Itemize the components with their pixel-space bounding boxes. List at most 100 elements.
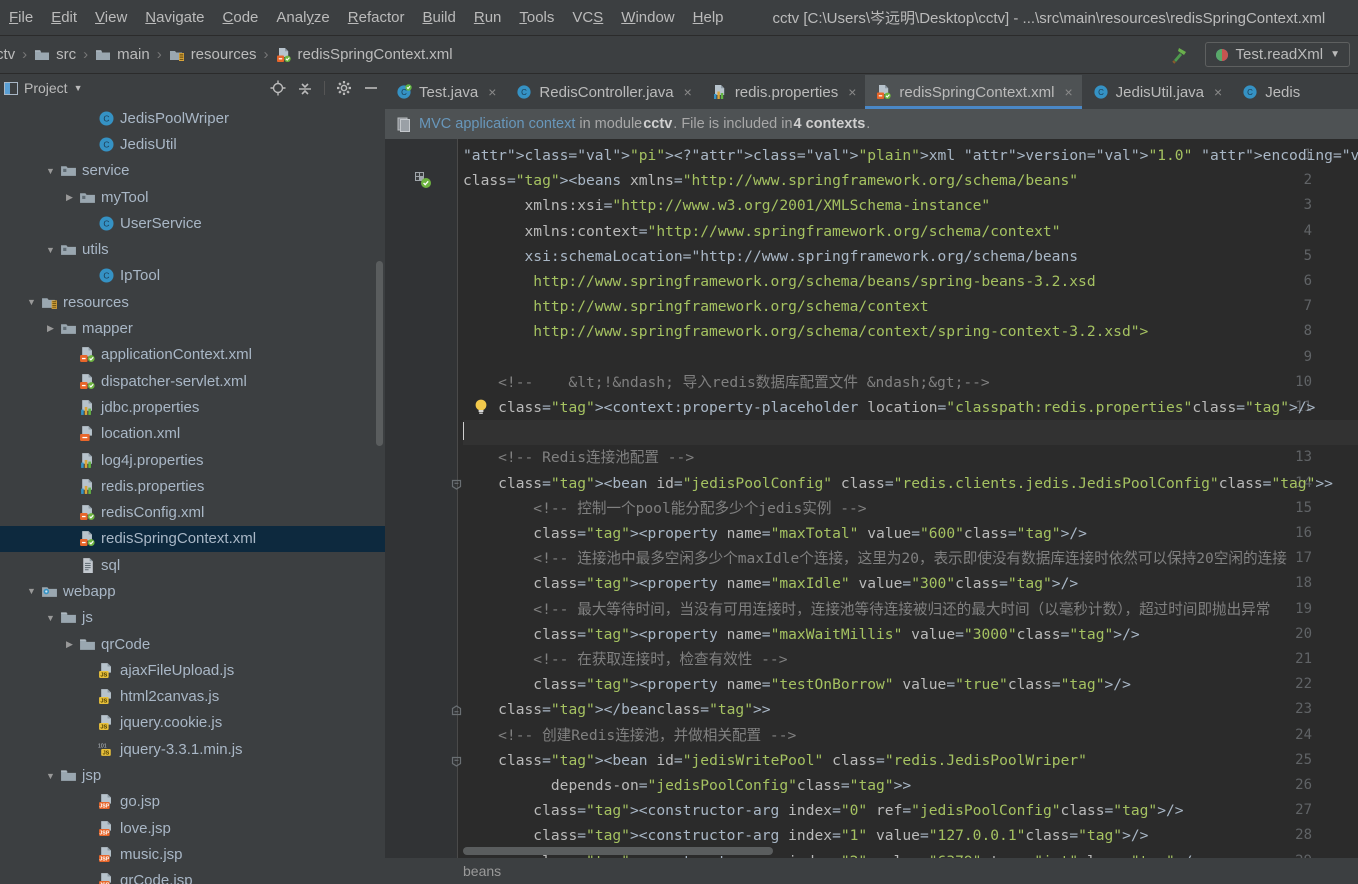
editor-tab-redis-properties[interactable]: redis.properties ×	[700, 75, 866, 109]
breadcrumb-item-redisspringcontext-xml[interactable]: redisSpringContext.xml	[276, 46, 453, 63]
tree-node-qrcode[interactable]: ▶ qrCode	[0, 631, 385, 657]
close-icon[interactable]: ×	[1064, 84, 1072, 100]
locate-icon[interactable]	[270, 80, 286, 96]
code-line-13[interactable]: <!-- Redis连接池配置 -->	[463, 445, 1358, 470]
editor-tab-redisspringcontext-xml[interactable]: redisSpringContext.xml ×	[865, 75, 1082, 109]
tree-node-mytool[interactable]: ▶ myTool	[0, 184, 385, 210]
code-text[interactable]: "attr">class="val">"pi"><?"attr">class="…	[463, 139, 1358, 858]
tree-node-go-jsp[interactable]: JSP go.jsp	[0, 789, 385, 815]
context-banner-link[interactable]: MVC application context	[419, 116, 575, 132]
editor-horizontal-scrollbar[interactable]	[463, 847, 773, 855]
project-tree[interactable]: C JedisPoolWriper C JedisUtil ▼ service ▶ myToo…	[0, 101, 385, 884]
tree-node-ajaxfileupload-js[interactable]: JS ajaxFileUpload.js	[0, 657, 385, 683]
menu-item-file[interactable]: File	[0, 5, 42, 30]
code-line-1[interactable]: "attr">class="val">"pi"><?"attr">class="…	[463, 143, 1358, 168]
chevron-down-icon[interactable]: ▼	[24, 586, 39, 596]
project-panel-title-group[interactable]: Project ▼	[4, 80, 83, 96]
chevron-right-icon[interactable]: ▶	[62, 192, 77, 203]
code-line-6[interactable]: http://www.springframework.org/schema/be…	[463, 269, 1358, 294]
tree-node-jdbc-properties[interactable]: jdbc.properties	[0, 394, 385, 420]
code-line-16[interactable]: class="tag"><property name="maxTotal" va…	[463, 521, 1358, 546]
collapse-all-icon[interactable]	[297, 80, 313, 96]
editor-tab-jedis[interactable]: C Jedis	[1231, 75, 1310, 109]
chevron-down-icon[interactable]: ▼	[43, 771, 58, 781]
tree-node-redisconfig-xml[interactable]: redisConfig.xml	[0, 499, 385, 525]
code-line-28[interactable]: class="tag"><constructor-arg index="1" v…	[463, 823, 1358, 848]
code-editor[interactable]: 1234567891011121314151617181920212223242…	[385, 139, 1358, 858]
tree-node-userservice[interactable]: C UserService	[0, 210, 385, 236]
code-line-5[interactable]: xsi:schemaLocation="http://www.springfra…	[463, 244, 1358, 269]
menu-item-analyze[interactable]: Analyze	[267, 5, 338, 30]
close-icon[interactable]: ×	[684, 84, 692, 100]
tree-node-music-jsp[interactable]: JSP music.jsp	[0, 841, 385, 867]
tree-node-js[interactable]: ▼ js	[0, 605, 385, 631]
fold-close-icon[interactable]	[451, 705, 462, 719]
tree-node-webapp[interactable]: ▼ webapp	[0, 578, 385, 604]
tree-node-jquery-3-3-1-min-js[interactable]: 101 JS jquery-3.3.1.min.js	[0, 736, 385, 762]
tree-node-service[interactable]: ▼ service	[0, 158, 385, 184]
hammer-icon[interactable]	[1169, 45, 1189, 65]
code-line-17[interactable]: <!-- 连接池中最多空闲多少个maxIdle个连接，这里为20，表示即使没有数…	[463, 546, 1358, 571]
tree-node-html2canvas-js[interactable]: JS html2canvas.js	[0, 684, 385, 710]
editor-tab-rediscontroller-java[interactable]: C RedisController.java ×	[505, 75, 701, 109]
code-line-2[interactable]: class="tag"><beans xmlns="http://www.spr…	[463, 168, 1358, 193]
tree-node-jquery-cookie-js[interactable]: JS jquery.cookie.js	[0, 710, 385, 736]
menu-item-navigate[interactable]: Navigate	[136, 5, 213, 30]
code-line-14[interactable]: class="tag"><bean id="jedisPoolConfig" c…	[463, 471, 1358, 496]
chevron-down-icon[interactable]: ▼	[1330, 49, 1340, 60]
editor-gutter[interactable]	[385, 139, 457, 858]
code-line-23[interactable]: class="tag"></beanclass="tag">>	[463, 697, 1358, 722]
close-icon[interactable]: ×	[488, 84, 496, 100]
code-line-25[interactable]: class="tag"><bean id="jedisWritePool" cl…	[463, 748, 1358, 773]
code-line-11[interactable]: class="tag"><context:property-placeholde…	[463, 395, 1358, 420]
tree-node-sql[interactable]: sql	[0, 552, 385, 578]
menu-item-tools[interactable]: Tools	[510, 5, 563, 30]
tree-node-applicationcontext-xml[interactable]: applicationContext.xml	[0, 342, 385, 368]
menu-item-build[interactable]: Build	[413, 5, 464, 30]
fold-open-icon[interactable]	[451, 479, 462, 493]
menu-item-edit[interactable]: Edit	[42, 5, 86, 30]
menu-item-window[interactable]: Window	[612, 5, 683, 30]
code-line-15[interactable]: <!-- 控制一个pool能分配多少个jedis实例 -->	[463, 496, 1358, 521]
tree-node-love-jsp[interactable]: JSP love.jsp	[0, 815, 385, 841]
tree-node-location-xml[interactable]: location.xml	[0, 421, 385, 447]
spring-bean-gutter-icon[interactable]	[415, 172, 431, 191]
tree-node-jedispoolwriper[interactable]: C JedisPoolWriper	[0, 105, 385, 131]
code-line-22[interactable]: class="tag"><property name="testOnBorrow…	[463, 672, 1358, 697]
chevron-right-icon[interactable]: ▶	[62, 639, 77, 650]
fold-open-icon[interactable]	[451, 756, 462, 770]
tree-node-qrcode-jsp[interactable]: JSP qrCode.jsp	[0, 868, 385, 884]
breadcrumb-item-main[interactable]: main	[95, 46, 150, 63]
tree-node-resources[interactable]: ▼ resources	[0, 289, 385, 315]
tree-node-log4j-properties[interactable]: log4j.properties	[0, 447, 385, 473]
editor-tab-jedisutil-java[interactable]: C JedisUtil.java ×	[1081, 75, 1232, 109]
breadcrumb-item-src[interactable]: src	[34, 46, 76, 63]
code-line-26[interactable]: depends-on="jedisPoolConfig"class="tag">…	[463, 773, 1358, 798]
code-line-3[interactable]: xmlns:xsi="http://www.w3.org/2001/XMLSch…	[463, 193, 1358, 218]
code-line-27[interactable]: class="tag"><constructor-arg index="0" r…	[463, 798, 1358, 823]
tree-node-utils[interactable]: ▼ utils	[0, 236, 385, 262]
breadcrumb-item-resources[interactable]: resources	[169, 46, 257, 63]
tree-node-redisspringcontext-xml[interactable]: redisSpringContext.xml	[0, 525, 385, 553]
chevron-down-icon[interactable]: ▼	[43, 245, 58, 255]
code-line-4[interactable]: xmlns:context="http://www.springframewor…	[463, 219, 1358, 244]
menu-item-help[interactable]: Help	[684, 5, 733, 30]
menu-item-vcs[interactable]: VCS	[563, 5, 612, 30]
editor-tab-test-java[interactable]: C Test.java ×	[385, 75, 506, 109]
chevron-down-icon[interactable]: ▼	[43, 166, 58, 176]
chevron-right-icon[interactable]: ▶	[43, 323, 58, 334]
tree-node-redis-properties[interactable]: redis.properties	[0, 473, 385, 499]
code-line-24[interactable]: <!-- 创建Redis连接池，并做相关配置 -->	[463, 723, 1358, 748]
run-configuration-selector[interactable]: Test.readXml ▼	[1204, 42, 1350, 67]
hide-panel-icon[interactable]	[363, 80, 379, 96]
code-line-8[interactable]: http://www.springframework.org/schema/co…	[463, 319, 1358, 344]
chevron-down-icon[interactable]: ▼	[43, 613, 58, 623]
code-line-9[interactable]	[463, 345, 1358, 370]
code-line-12[interactable]	[463, 420, 1358, 446]
tree-node-jedisutil[interactable]: C JedisUtil	[0, 131, 385, 157]
code-line-19[interactable]: <!-- 最大等待时间，当没有可用连接时，连接池等待连接被归还的最大时间（以毫秒…	[463, 597, 1358, 622]
close-icon[interactable]: ×	[1214, 84, 1222, 100]
editor-breadcrumb-item[interactable]: beans	[463, 863, 501, 879]
tree-node-mapper[interactable]: ▶ mapper	[0, 315, 385, 341]
code-line-7[interactable]: http://www.springframework.org/schema/co…	[463, 294, 1358, 319]
